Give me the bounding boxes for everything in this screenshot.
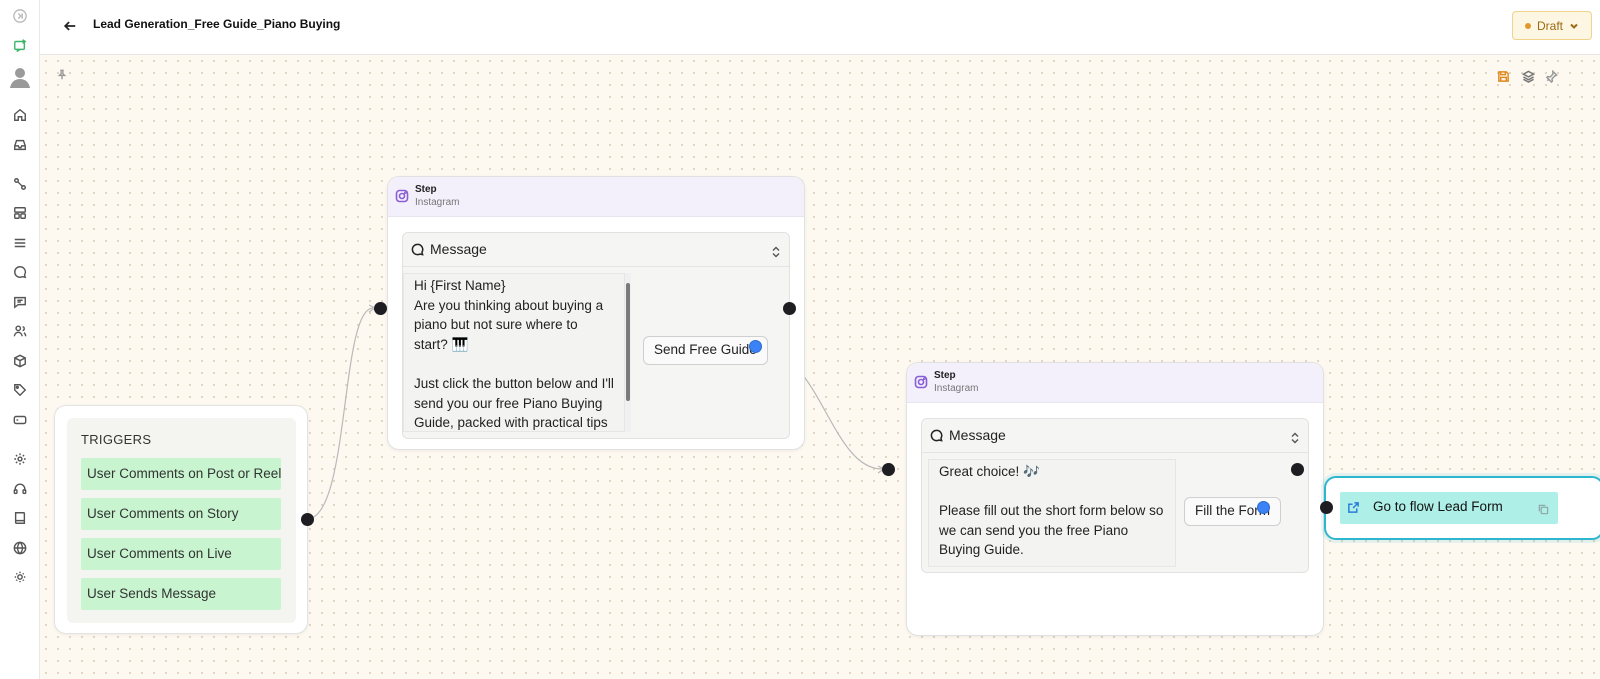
send-free-guide-button[interactable]: Send Free Guide: [643, 336, 768, 365]
message-header[interactable]: Message: [922, 419, 1308, 453]
support-icon[interactable]: [8, 477, 32, 501]
edge-triggers-to-step1: [306, 307, 374, 520]
step1-input-handle[interactable]: [374, 302, 387, 315]
chat-icon[interactable]: [8, 260, 32, 284]
step-header: Step Instagram: [907, 363, 1323, 403]
flows-icon[interactable]: [8, 172, 32, 196]
button-output-handle[interactable]: [749, 340, 762, 353]
scroll-thumb[interactable]: [626, 283, 630, 401]
copy-icon[interactable]: [1538, 502, 1550, 515]
scrollbar[interactable]: [625, 273, 631, 432]
messages-icon[interactable]: [8, 290, 32, 314]
chevron-up-down-icon[interactable]: [771, 245, 781, 258]
step-channel: Instagram: [415, 197, 460, 208]
button-output-handle[interactable]: [1257, 501, 1270, 514]
trigger-item[interactable]: User Sends Message: [81, 578, 281, 610]
templates-icon[interactable]: [8, 201, 32, 225]
status-dot: [1524, 22, 1531, 29]
trigger-item[interactable]: User Comments on Post or Reel: [81, 458, 281, 490]
back-arrow-icon[interactable]: [60, 16, 80, 36]
trigger-item[interactable]: User Comments on Live: [81, 538, 281, 570]
theme-icon[interactable]: [8, 565, 32, 589]
goto-flow-label: Go to flow Lead Form: [1373, 499, 1503, 514]
status-dropdown[interactable]: Draft: [1512, 11, 1592, 40]
step-node-2[interactable]: Step Instagram Message Great choice! 🎶 P…: [906, 362, 1324, 636]
trigger-item[interactable]: User Comments on Story: [81, 498, 281, 530]
message-header[interactable]: Message: [403, 233, 789, 267]
tags-icon[interactable]: [8, 378, 32, 402]
pin-tool-icon[interactable]: [1543, 68, 1559, 84]
message-label: Message: [949, 427, 1006, 443]
message-block: Message Great choice! 🎶 Please fill out …: [921, 418, 1309, 573]
status-label: Draft: [1536, 18, 1563, 33]
products-icon[interactable]: [8, 349, 32, 373]
globe-icon[interactable]: [8, 536, 32, 560]
inbox-icon[interactable]: [8, 133, 32, 157]
pin-icon[interactable]: [56, 68, 70, 82]
top-bar: Lead Generation_Free Guide_Piano Buying …: [40, 0, 1600, 55]
triggers-output-handle[interactable]: [301, 513, 314, 526]
collapse-icon[interactable]: [8, 4, 32, 28]
book-icon[interactable]: [8, 506, 32, 530]
instagram-icon: [914, 375, 928, 389]
avatar[interactable]: [7, 64, 33, 90]
message-block: Message Hi {First Name} Are you thinking…: [402, 232, 790, 439]
triggers-node[interactable]: TRIGGERS User Comments on Post or Reel U…: [54, 405, 308, 634]
step2-input-handle[interactable]: [882, 463, 895, 476]
triggers-panel: TRIGGERS User Comments on Post or Reel U…: [67, 418, 296, 623]
list-icon[interactable]: [8, 231, 32, 255]
message-text[interactable]: Hi {First Name} Are you thinking about b…: [403, 273, 625, 432]
step-channel: Instagram: [934, 383, 979, 394]
step-node-1[interactable]: Step Instagram Message Hi {First Name} A…: [387, 176, 805, 450]
message-label: Message: [430, 241, 487, 257]
save-icon[interactable]: [1495, 68, 1511, 84]
external-link-icon: [1347, 501, 1361, 515]
contacts-icon[interactable]: [8, 319, 32, 343]
triggers-title: TRIGGERS: [81, 432, 152, 447]
chevron-down-icon: [1570, 23, 1578, 29]
goto-flow-node[interactable]: Go to flow Lead Form: [1324, 476, 1600, 540]
left-sidebar: [0, 0, 40, 679]
step2-output-handle[interactable]: [1291, 463, 1304, 476]
home-icon[interactable]: [8, 103, 32, 127]
step-header: Step Instagram: [388, 177, 804, 217]
settings-icon[interactable]: [8, 447, 32, 471]
billing-icon[interactable]: [8, 408, 32, 432]
chat-bubble-icon: [930, 429, 944, 443]
chat-bot-icon[interactable]: [8, 33, 32, 57]
chat-bubble-icon: [411, 243, 425, 257]
goto-input-handle[interactable]: [1320, 501, 1333, 514]
instagram-icon: [395, 189, 409, 203]
step1-output-handle[interactable]: [783, 302, 796, 315]
chevron-up-down-icon[interactable]: [1290, 431, 1300, 444]
flow-canvas[interactable]: TRIGGERS User Comments on Post or Reel U…: [40, 55, 1600, 679]
message-text[interactable]: Great choice! 🎶 Please fill out the shor…: [928, 459, 1176, 567]
step-title: Step: [934, 370, 956, 381]
layers-icon[interactable]: [1520, 68, 1536, 84]
page-title: Lead Generation_Free Guide_Piano Buying: [93, 17, 341, 31]
step-title: Step: [415, 184, 437, 195]
goto-flow-action[interactable]: Go to flow Lead Form: [1340, 492, 1558, 524]
